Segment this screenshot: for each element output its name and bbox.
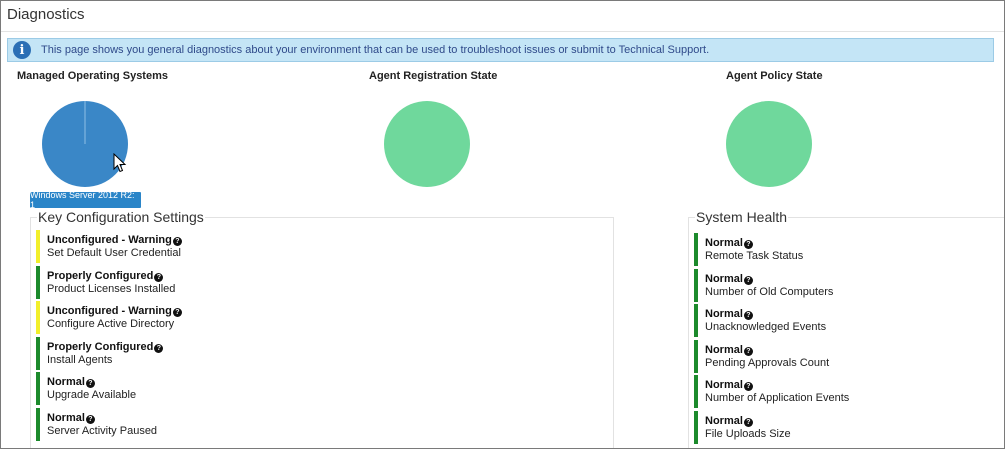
status-line: Normal? [47,376,95,389]
status-indicator-bar [694,304,698,338]
status-label: Normal [705,237,743,249]
managed-os-chart-title: Managed Operating Systems [17,70,168,82]
status-label: Normal [705,343,743,356]
health-item-row: Normal? Pending Approvals Count [694,339,994,373]
help-icon[interactable]: ? [743,418,753,427]
status-label: Normal [705,379,743,392]
status-description: Upgrade Available [47,389,137,402]
status-label: Normal [705,308,743,321]
status-indicator-bar [36,230,40,263]
status-indicator-bar [36,301,40,335]
status-description: Product Licenses Installed [47,282,176,295]
status-indicator-bar [694,339,698,373]
help-icon[interactable]: ? [154,272,164,282]
status-line: Unconfigured - Warning? [47,234,182,246]
status-line: Properly Configured? [47,340,164,353]
help-icon[interactable]: ? [743,346,753,356]
status-label: Normal [705,415,743,427]
status-line: Normal? [705,308,753,321]
help-icon[interactable]: ? [172,237,182,246]
diagnostics-page: Diagnostics i This page shows you genera… [0,0,1005,449]
help-icon[interactable]: ? [172,308,182,318]
config-setting-row: Unconfigured - Warning? Configure Active … [36,301,336,335]
help-icon[interactable]: ? [85,415,95,424]
agent-registration-pie-chart[interactable] [383,100,471,188]
health-item-row: Normal? Unacknowledged Events [694,304,994,338]
info-banner: i This page shows you general diagnostic… [7,38,994,62]
status-indicator-bar [36,336,40,370]
status-label: Normal [47,412,85,424]
status-description: Pending Approvals Count [705,356,830,369]
agent-policy-pie-chart[interactable] [725,100,813,188]
page-title: Diagnostics [7,6,85,23]
status-description: Set Default User Credential [47,247,181,259]
config-setting-row: Normal? Upgrade Available [36,372,336,406]
title-divider [1,31,1004,32]
pie-slice-policy[interactable] [726,101,812,187]
status-description: Remote Task Status [705,250,804,262]
status-line: Normal? [705,273,753,285]
status-line: Unconfigured - Warning? [47,305,182,318]
managed-os-pie-chart[interactable] [41,100,129,188]
pie-slice-registration[interactable] [384,101,470,187]
agent-registration-chart-title: Agent Registration State [369,70,498,82]
status-description: Configure Active Directory [47,318,175,331]
status-description: Install Agents [47,353,113,366]
mouse-cursor-icon [113,153,127,173]
status-indicator-bar [694,268,698,302]
status-description: Server Activity Paused [47,425,158,437]
key-configuration-panel: Key Configuration Settings Unconfigured … [30,209,614,448]
health-item-row: Normal? Number of Application Events [694,375,994,409]
status-label: Properly Configured [47,269,154,282]
pie-tooltip: Windows Server 2012 R2: 1 [30,190,141,210]
key-configuration-title: Key Configuration Settings [37,209,205,225]
info-banner-text: This page shows you general diagnostics … [41,44,710,56]
system-health-panel: System Health Normal? Remote Task Status N… [688,209,1004,448]
help-icon[interactable]: ? [743,240,753,249]
status-line: Normal? [705,415,753,427]
status-description: File Uploads Size [705,428,791,440]
help-icon[interactable]: ? [85,379,95,389]
status-line: Normal? [47,412,95,424]
help-icon[interactable]: ? [743,311,753,321]
help-icon[interactable]: ? [743,382,753,392]
system-health-title: System Health [695,209,789,225]
status-label: Properly Configured [47,340,154,353]
agent-policy-chart-title: Agent Policy State [726,70,823,82]
status-description: Number of Application Events [705,392,850,405]
health-item-row: Normal? Remote Task Status [694,233,994,266]
help-icon[interactable]: ? [743,275,753,285]
status-label: Normal [705,272,743,285]
health-item-row: Normal? Number of Old Computers [694,268,994,302]
status-label: Normal [47,376,85,389]
health-item-row: Normal? File Uploads Size [694,411,994,444]
status-description: Number of Old Computers [705,285,834,298]
status-indicator-bar [694,233,698,266]
status-indicator-bar [36,265,40,299]
status-indicator-bar [694,375,698,409]
status-line: Normal? [705,379,753,392]
status-label: Unconfigured - Warning [47,234,172,246]
status-indicator-bar [36,372,40,406]
status-description: Unacknowledged Events [705,321,827,334]
info-icon: i [13,41,31,59]
config-setting-row: Properly Configured? Product Licenses Ins… [36,265,336,299]
config-setting-row: Unconfigured - Warning? Set Default User … [36,230,336,263]
config-setting-row: Normal? Server Activity Paused [36,408,336,441]
config-setting-row: Properly Configured? Install Agents [36,336,336,370]
status-line: Properly Configured? [47,269,164,282]
status-indicator-bar [36,408,40,441]
status-label: Unconfigured - Warning [47,305,172,318]
status-indicator-bar [694,411,698,444]
status-line: Normal? [705,237,753,249]
status-line: Normal? [705,344,753,356]
help-icon[interactable]: ? [154,343,164,353]
